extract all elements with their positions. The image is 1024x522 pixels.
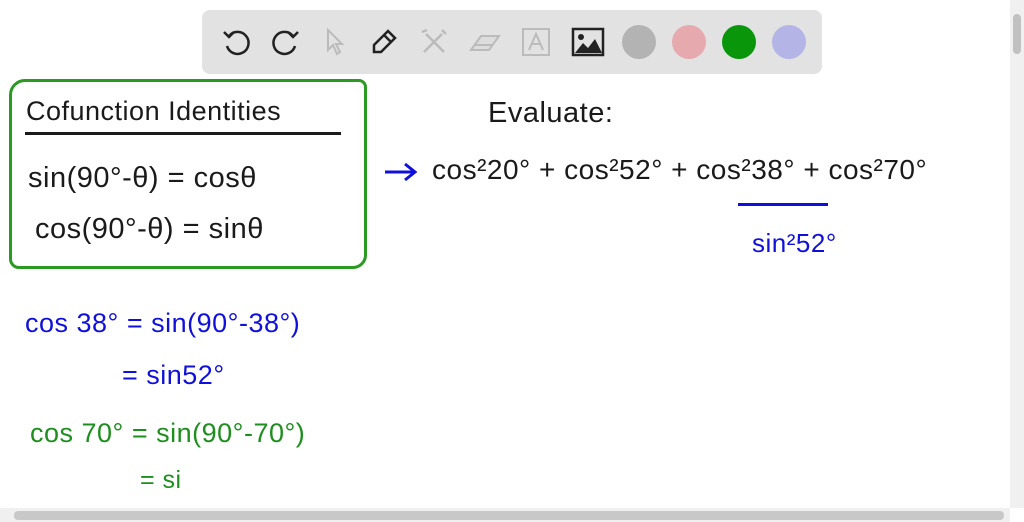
text-icon[interactable] (518, 24, 554, 60)
identity-cos: cos(90°-θ) = sinθ (35, 213, 264, 245)
tools-icon[interactable] (416, 24, 452, 60)
color-gray[interactable] (622, 25, 656, 59)
step1-line2: = sin52° (122, 360, 225, 390)
title-underline (25, 132, 341, 135)
drawing-toolbar (202, 10, 822, 74)
expression: cos²20° + cos²52° + cos²38° + cos²70° (432, 154, 928, 185)
vertical-scroll-thumb[interactable] (1013, 14, 1021, 54)
evaluate-label: Evaluate: (488, 97, 614, 129)
step2-line1: cos 70° = sin(90°-70°) (30, 418, 306, 448)
step1-line1: cos 38° = sin(90°-38°) (25, 308, 301, 338)
select-icon[interactable] (316, 24, 352, 60)
identities-title: Cofunction Identities (26, 96, 282, 126)
color-lavender[interactable] (772, 25, 806, 59)
pen-icon[interactable] (366, 24, 402, 60)
identity-sin: sin(90°-θ) = cosθ (28, 162, 257, 194)
redo-icon[interactable] (268, 24, 304, 60)
arrow-icon (385, 162, 418, 182)
image-icon[interactable] (570, 24, 606, 60)
undo-icon[interactable] (218, 24, 254, 60)
horizontal-scrollbar[interactable] (0, 508, 1010, 522)
step2-line2: = si (140, 466, 182, 494)
color-pink[interactable] (672, 25, 706, 59)
substitution: sin²52° (752, 228, 837, 258)
horizontal-scroll-thumb[interactable] (14, 511, 1004, 520)
vertical-scrollbar[interactable] (1010, 0, 1024, 508)
eraser-icon[interactable] (466, 24, 502, 60)
expression-underline (738, 203, 828, 206)
color-green[interactable] (722, 25, 756, 59)
